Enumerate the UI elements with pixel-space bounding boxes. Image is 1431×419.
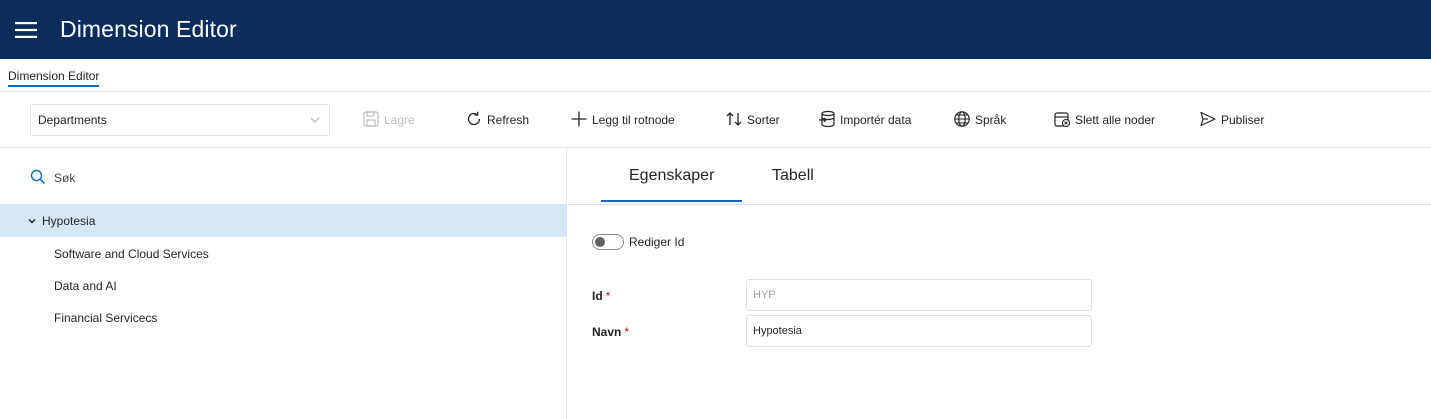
- active-tab-indicator: [601, 200, 742, 202]
- dimension-select-value: Departments: [38, 113, 107, 127]
- plus-icon: [570, 110, 592, 131]
- tab-bar: Egenskaper Tabell: [568, 148, 1431, 205]
- save-button[interactable]: Lagre: [362, 108, 415, 132]
- refresh-label: Refresh: [487, 113, 530, 127]
- chevron-down-icon[interactable]: [28, 217, 36, 225]
- refresh-button[interactable]: Refresh: [465, 108, 529, 132]
- breadcrumb-bar: Dimension Editor: [0, 59, 1431, 92]
- app-header: Dimension Editor: [0, 0, 1431, 59]
- toolbar: Departments Lagre Refresh Legg til rotno…: [0, 92, 1431, 148]
- required-marker: *: [624, 325, 630, 339]
- refresh-icon: [465, 110, 487, 131]
- id-field-label: Id *: [592, 289, 610, 303]
- search-placeholder: Søk: [54, 171, 76, 185]
- delete-all-nodes-button[interactable]: Slett alle noder: [1053, 108, 1155, 132]
- sort-arrows-icon: [725, 110, 747, 131]
- import-database-icon: [818, 110, 840, 131]
- language-label: Språk: [975, 113, 1007, 127]
- globe-icon: [953, 110, 975, 131]
- hamburger-menu-icon[interactable]: [0, 0, 52, 59]
- send-icon: [1199, 110, 1221, 131]
- language-button[interactable]: Språk: [953, 108, 1006, 132]
- name-field-label: Navn *: [592, 325, 629, 339]
- import-data-label: Importér data: [840, 113, 912, 127]
- import-data-button[interactable]: Importér data: [818, 108, 911, 132]
- sort-button[interactable]: Sorter: [725, 108, 780, 132]
- save-icon: [362, 110, 384, 131]
- edit-id-toggle-row[interactable]: Rediger Id: [592, 234, 684, 250]
- dimension-select[interactable]: Departments: [30, 104, 330, 136]
- chevron-down-icon: [309, 114, 321, 129]
- name-label-text: Navn: [592, 325, 622, 339]
- id-label-text: Id: [592, 289, 603, 303]
- calendar-delete-icon: [1053, 110, 1075, 131]
- save-label: Lagre: [384, 113, 415, 127]
- tree-node-label: Hypotesia: [42, 213, 96, 228]
- app-title: Dimension Editor: [60, 16, 237, 42]
- tab-properties[interactable]: Egenskaper: [629, 167, 714, 185]
- tree-node-child[interactable]: Software and Cloud Services: [54, 247, 209, 261]
- tab-table[interactable]: Tabell: [772, 167, 814, 185]
- add-root-node-button[interactable]: Legg til rotnode: [570, 108, 675, 132]
- id-field[interactable]: [746, 279, 1092, 311]
- tree-search[interactable]: Søk: [30, 166, 75, 190]
- name-field[interactable]: [746, 315, 1092, 347]
- breadcrumb[interactable]: Dimension Editor: [8, 69, 100, 87]
- search-icon: [30, 169, 54, 188]
- publish-button[interactable]: Publiser: [1199, 108, 1264, 132]
- edit-id-toggle[interactable]: [592, 234, 624, 250]
- tree-panel: Søk Hypotesia Software and Cloud Service…: [0, 148, 567, 419]
- tree-node-child[interactable]: Data and AI: [54, 279, 117, 293]
- edit-id-toggle-label: Rediger Id: [629, 235, 685, 249]
- tree-node-root[interactable]: Hypotesia: [0, 204, 567, 237]
- required-marker: *: [605, 289, 611, 303]
- details-panel: Egenskaper Tabell Rediger Id Id* Navn*: [568, 148, 1431, 419]
- toggle-knob: [595, 237, 605, 247]
- delete-all-nodes-label: Slett alle noder: [1075, 113, 1156, 127]
- tree-node-child[interactable]: Financial Servicecs: [54, 311, 157, 325]
- add-root-node-label: Legg til rotnode: [592, 113, 675, 127]
- publish-label: Publiser: [1221, 113, 1265, 127]
- sort-label: Sorter: [747, 113, 780, 127]
